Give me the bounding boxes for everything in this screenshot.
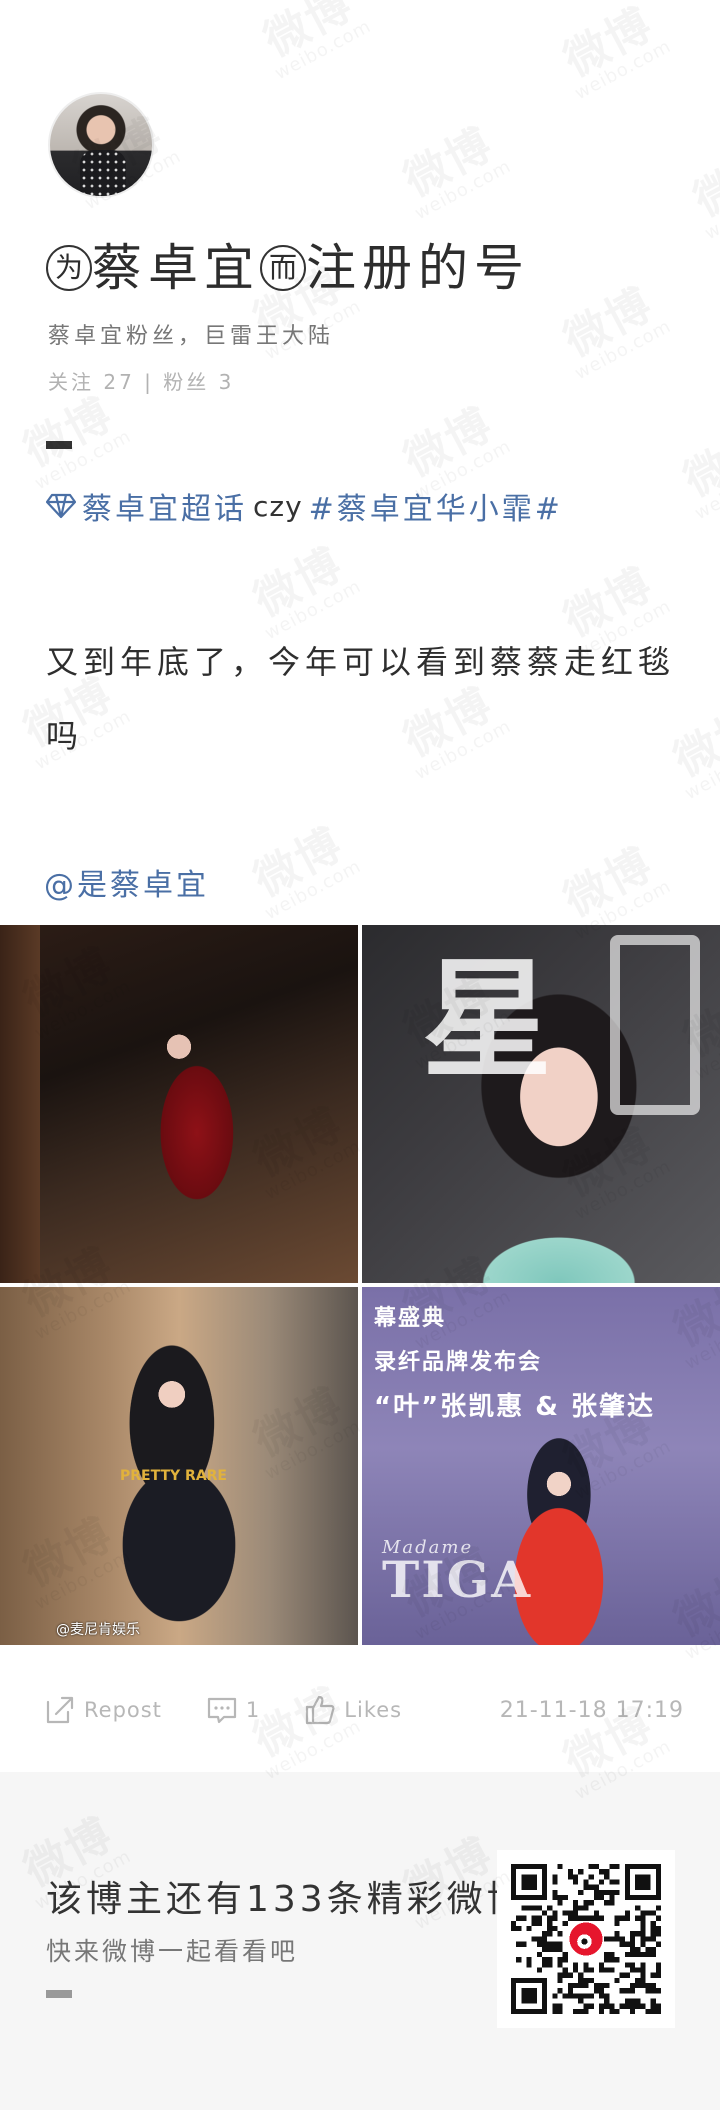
profile-stats[interactable]: 关注 27 | 粉丝 3 bbox=[48, 366, 234, 395]
watermark: 微博weibo.com bbox=[682, 139, 720, 245]
post-timestamp: 21-11-18 17:19 bbox=[499, 1697, 684, 1723]
post-text: 又到年底了，今年可以看到蔡蔡走红毯吗 bbox=[46, 625, 676, 773]
action-bar: Repost 1 Likes 21-11-18 17:19 bbox=[44, 1690, 684, 1730]
watermark: 微博weibo.com bbox=[252, 0, 375, 84]
photo-3[interactable]: PRETTY RARE @麦尼肯娱乐 bbox=[0, 1287, 358, 1645]
comment-count: 1 bbox=[245, 1698, 261, 1722]
brand-main: TIGA bbox=[382, 1550, 533, 1609]
post-text-body: 又到年底了，今年可以看到蔡蔡走红毯吗 bbox=[46, 643, 676, 755]
like-label: Likes bbox=[344, 1698, 403, 1722]
photo-grid: 星 PRETTY RARE @麦尼肯娱乐 幕盛典 录纤品牌发布会 “叶”张凯惠 … bbox=[0, 925, 720, 1645]
qr-code[interactable] bbox=[497, 1850, 675, 2028]
profile-bio: 蔡卓宜粉丝，巨雷王大陆 bbox=[48, 324, 335, 349]
avatar[interactable] bbox=[48, 92, 154, 198]
tag-text: czy bbox=[253, 489, 303, 523]
footer-promo: 该博主还有133条精彩微博 快来微博一起看看吧 bbox=[0, 1772, 720, 2110]
like-button[interactable]: Likes bbox=[304, 1694, 402, 1726]
footer-subline: 快来微博一起看看吧 bbox=[46, 1937, 299, 1966]
photo-1[interactable] bbox=[0, 925, 358, 1283]
watermark: 微博weibo.com bbox=[242, 819, 365, 925]
title-circled-char-2: 而 bbox=[260, 245, 306, 291]
comment-button[interactable]: 1 bbox=[206, 1694, 260, 1726]
banner-line-1: 幕盛典 bbox=[374, 1306, 447, 1331]
photo-4-brand: Madame TIGA bbox=[382, 1537, 532, 1609]
tag-super-topic[interactable]: 蔡卓宜超话 bbox=[82, 484, 247, 528]
mention-link[interactable]: @是蔡卓宜 bbox=[44, 860, 209, 904]
comment-icon bbox=[207, 1697, 237, 1724]
watermark: 微博weibo.com bbox=[12, 389, 135, 495]
photo-4-banner: 幕盛典 录纤品牌发布会 “叶”张凯惠 & 张肇达 bbox=[362, 1287, 720, 1439]
banner-line-2: 录纤品牌发布会 bbox=[374, 1350, 543, 1375]
qr-code-icon bbox=[511, 1864, 661, 2014]
photo-2-backdrop-text: 星 bbox=[422, 943, 553, 1096]
watermark: 微博weibo.com bbox=[552, 279, 675, 385]
footer-headline: 该博主还有133条精彩微博 bbox=[46, 1879, 527, 1920]
repost-label: Repost bbox=[84, 1698, 162, 1722]
title-name: 蔡卓宜 bbox=[92, 239, 260, 297]
photo-4[interactable]: 幕盛典 录纤品牌发布会 “叶”张凯惠 & 张肇达 Madame TIGA bbox=[362, 1287, 720, 1645]
watermark: 微博weibo.com bbox=[552, 0, 675, 104]
watermark: 微博weibo.com bbox=[392, 119, 515, 225]
repost-icon bbox=[46, 1696, 74, 1724]
divider bbox=[46, 441, 72, 449]
topic-tags: 蔡卓宜超话 czy #蔡卓宜华小霏# bbox=[46, 484, 563, 528]
page-title: 为蔡卓宜而注册的号 bbox=[46, 228, 530, 300]
repost-button[interactable]: Repost bbox=[44, 1694, 162, 1726]
banner-line-3: “叶”张凯惠 & 张肇达 bbox=[374, 1392, 655, 1422]
title-circled-char: 为 bbox=[46, 245, 92, 291]
title-suffix: 注册的号 bbox=[306, 239, 530, 297]
tag-hashtag[interactable]: #蔡卓宜华小霏# bbox=[309, 484, 563, 528]
thumbs-up-icon bbox=[306, 1695, 335, 1725]
watermark: 微博weibo.com bbox=[672, 419, 720, 525]
footer-divider bbox=[46, 1990, 72, 1998]
super-topic-icon bbox=[46, 493, 76, 519]
photo-2[interactable]: 星 bbox=[362, 925, 720, 1283]
photo-3-shirt-text: PRETTY RARE bbox=[120, 1468, 227, 1484]
photo-3-credit: @麦尼肯娱乐 bbox=[56, 1622, 140, 1638]
